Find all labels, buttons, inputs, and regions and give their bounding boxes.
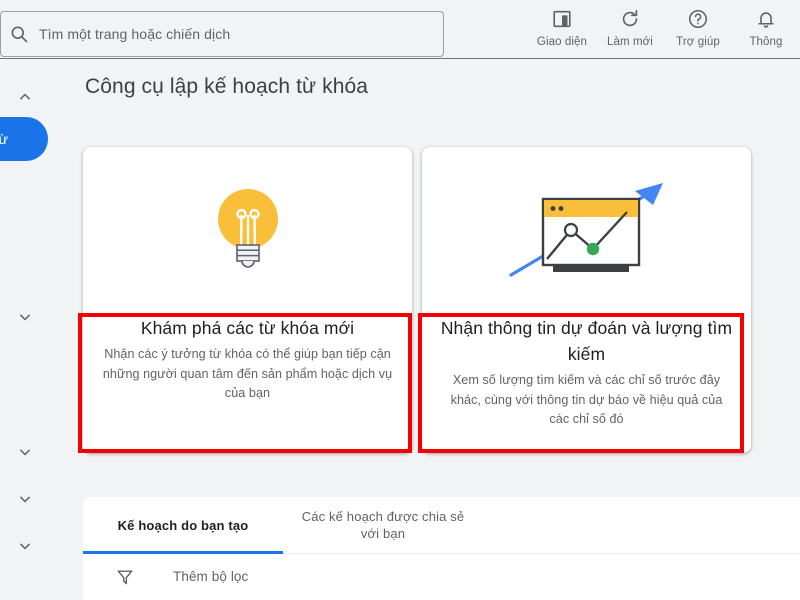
trending-chart-icon	[501, 175, 673, 288]
card-discover-keywords[interactable]: Khám phá các từ khóa mới Nhận các ý tưởn…	[83, 147, 412, 453]
card-description: Xem số lượng tìm kiếm và các chỉ số trướ…	[450, 373, 723, 426]
header-action-label: Trợ giúp	[676, 36, 720, 48]
add-filter-label[interactable]: Thêm bộ lọc	[173, 569, 248, 584]
header-action-notifications[interactable]: Thông	[732, 6, 800, 48]
appearance-icon	[551, 6, 573, 32]
filter-icon[interactable]	[115, 567, 135, 587]
plans-tabs: Kế hoạch do bạn tạo Các kế hoạch được ch…	[83, 497, 800, 554]
sidebar-chevron-down-icon-2[interactable]	[15, 442, 35, 462]
filter-row: Thêm bộ lọc	[83, 554, 800, 599]
sidebar-chevron-down-icon-1[interactable]	[15, 307, 35, 327]
card-title: Nhận thông tin dự đoán và lượng tìm kiếm	[440, 318, 733, 364]
lightbulb-icon	[211, 182, 285, 281]
card-body: Khám phá các từ khóa mới Nhận các ý tưởn…	[83, 315, 412, 404]
feature-cards: Khám phá các từ khóa mới Nhận các ý tưởn…	[83, 147, 772, 453]
search-input[interactable]	[39, 26, 419, 42]
header-action-label: Làm mới	[607, 36, 653, 48]
main-content: Công cụ lập kế hoạch từ khóa Khám phá cá…	[54, 59, 800, 600]
search-icon	[9, 24, 29, 44]
card-forecasts-search-volume[interactable]: Nhận thông tin dự đoán và lượng tìm kiếm…	[422, 147, 751, 453]
sidebar-chevron-down-icon-3[interactable]	[15, 489, 35, 509]
card-body: Nhận thông tin dự đoán và lượng tìm kiếm…	[422, 315, 751, 430]
card-title: Khám phá các từ khóa mới	[140, 318, 355, 338]
header-action-help[interactable]: Trợ giúp	[664, 6, 732, 48]
bell-icon	[755, 6, 777, 32]
tab-label: Các kế hoạch được chia sẻ với bạn	[301, 509, 465, 541]
search-box[interactable]	[0, 11, 444, 57]
sidebar: ừ ng	[0, 59, 54, 600]
tab-plans-shared-with-you[interactable]: Các kế hoạch được chia sẻ với bạn	[283, 497, 483, 554]
sidebar-chevron-down-icon-4[interactable]	[15, 536, 35, 556]
card-illustration	[422, 147, 751, 315]
header-actions: Giao diện Làm mới Trợ giúp Thông	[528, 6, 800, 48]
sidebar-chevron-up-icon[interactable]	[15, 87, 35, 107]
sidebar-new-button[interactable]: ừ	[0, 117, 48, 161]
tab-plans-you-created[interactable]: Kế hoạch do bạn tạo	[83, 497, 283, 554]
tab-label: Kế hoạch do bạn tạo	[117, 517, 249, 533]
header-action-label: Giao diện	[536, 36, 588, 48]
refresh-icon	[619, 6, 641, 32]
help-icon	[687, 6, 709, 32]
card-illustration	[83, 147, 412, 315]
app-header: Giao diện Làm mới Trợ giúp	[0, 0, 800, 59]
header-action-refresh[interactable]: Làm mới	[596, 6, 664, 48]
plans-panel: Kế hoạch do bạn tạo Các kế hoạch được ch…	[83, 497, 800, 600]
sidebar-new-button-label: ừ	[0, 131, 8, 147]
page-title: Công cụ lập kế hoạch từ khóa	[85, 75, 369, 98]
header-action-appearance[interactable]: Giao diện	[528, 6, 596, 48]
card-description: Nhận các ý tưởng từ khóa có thể giúp bạn…	[102, 347, 393, 400]
header-action-label: Thông	[749, 36, 783, 48]
